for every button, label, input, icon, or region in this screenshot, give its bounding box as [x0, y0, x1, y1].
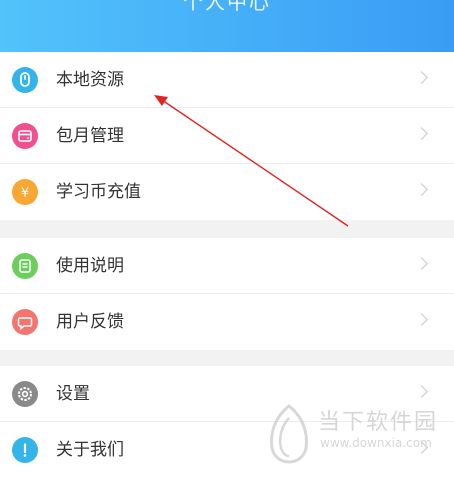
- menu-item-monthly-management[interactable]: 包月管理: [0, 108, 454, 164]
- menu-item-coin-recharge[interactable]: ¥ 学习币充值: [0, 164, 454, 220]
- watermark-url: www.downxia.com: [320, 436, 432, 450]
- chevron-right-icon: [415, 183, 428, 196]
- menu-item-label: 用户反馈: [56, 312, 124, 332]
- menu-item-feedback[interactable]: 用户反馈: [0, 294, 454, 350]
- wallet-icon: [12, 123, 38, 149]
- menu-group-help: 使用说明 用户反馈: [0, 238, 454, 350]
- feedback-icon: [12, 309, 38, 335]
- info-icon: [12, 437, 38, 463]
- document-icon: [12, 253, 38, 279]
- chevron-right-icon: [415, 71, 428, 84]
- menu-item-label: 设置: [56, 384, 90, 404]
- menu-item-label: 关于我们: [56, 440, 124, 460]
- menu-item-local-resource[interactable]: 本地资源: [0, 52, 454, 108]
- chevron-right-icon: [415, 313, 428, 326]
- chevron-right-icon: [415, 257, 428, 270]
- watermark-name: 当下软件园: [318, 410, 439, 435]
- chevron-right-icon: [415, 127, 428, 140]
- gear-icon: [12, 381, 38, 407]
- watermark-logo-icon: [270, 404, 308, 464]
- local-resource-icon: [12, 67, 38, 93]
- menu-item-instructions[interactable]: 使用说明: [0, 238, 454, 294]
- menu-group-account: 本地资源 包月管理 ¥ 学习币充值: [0, 52, 454, 220]
- header-bar: 个人中心: [0, 0, 454, 52]
- menu-item-label: 学习币充值: [56, 182, 141, 202]
- chevron-right-icon: [415, 385, 428, 398]
- menu-item-label: 本地资源: [56, 70, 124, 90]
- menu-item-label: 使用说明: [56, 256, 124, 276]
- svg-text:¥: ¥: [21, 186, 29, 201]
- menu-item-label: 包月管理: [56, 126, 124, 146]
- yen-coin-icon: ¥: [12, 179, 38, 205]
- page-title: 个人中心: [183, 0, 271, 14]
- watermark: 当下软件园 www.downxia.com: [266, 402, 452, 468]
